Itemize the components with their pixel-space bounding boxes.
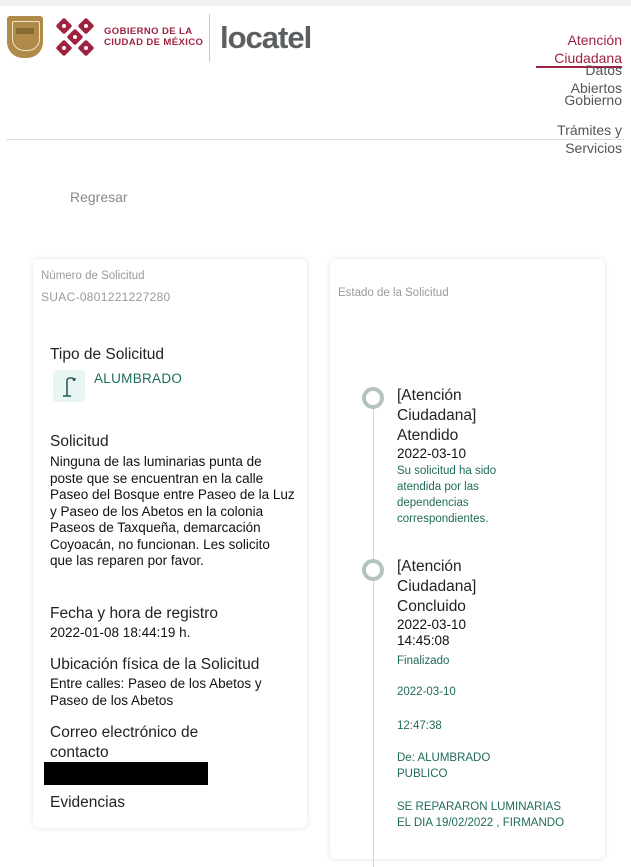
request-number-label: Número de Solicitud [41, 270, 145, 282]
timeline-dot [362, 559, 384, 581]
request-number: SUAC-0801221227280 [41, 290, 171, 304]
request-type-value: ALUMBRADO [94, 371, 183, 386]
redacted-email [44, 762, 208, 785]
location-value: Entre calles: Paseo de los Abetos y Pase… [50, 676, 262, 708]
timeline-dot [362, 387, 384, 409]
status-label: Estado de la Solicitud [338, 287, 449, 299]
cdmx-logo-icon [56, 18, 94, 56]
registration-date-value: 2022-01-08 18:44:19 h. [50, 625, 191, 640]
request-label: Solicitud [50, 433, 109, 450]
back-link[interactable]: Regresar [70, 189, 128, 205]
registration-date-label: Fecha y hora de registro [50, 605, 219, 622]
event-message: SE REPARARON LUMINARIAS EL DIA 19/02/202… [397, 801, 565, 829]
event-date: 2022-03-10 14:45:08 [397, 617, 467, 648]
timeline-line [373, 387, 374, 867]
email-label: Correo electrónico de contacto [50, 724, 199, 761]
event-detail-time: 12:47:38 [397, 720, 442, 732]
event-note: Su solicitud ha sido atendida por las de… [397, 465, 497, 525]
locatel-logo[interactable]: locatel [220, 20, 312, 56]
government-name: GOBIERNO DE LA CIUDAD DE MÉXICO [104, 26, 203, 48]
request-status-card: Estado de la Solicitud [Atención Ciudada… [330, 259, 605, 867]
request-details-card: Número de Solicitud SUAC-0801221227280 T… [33, 259, 307, 828]
event-from: De: ALUMBRADO PUBLICO [397, 752, 491, 780]
event-title: [Atención Ciudadana] Concluido [397, 558, 477, 615]
header-divider [209, 14, 210, 62]
request-text: Ninguna de las luminarias punta de poste… [50, 454, 295, 568]
event-date: 2022-03-10 [397, 446, 467, 461]
coat-of-arms-logo [7, 16, 43, 58]
header-rule [6, 139, 624, 140]
event-detail-date: 2022-03-10 [397, 686, 456, 698]
gov-line-1: GOBIERNO DE LA [104, 26, 193, 37]
evidence-label: Evidencias [50, 794, 125, 811]
top-bar [0, 0, 631, 6]
gov-line-2: CIUDAD DE MÉXICO [104, 37, 204, 48]
request-type-label: Tipo de Solicitud [50, 346, 165, 363]
street-lamp-icon [53, 370, 85, 402]
event-title: [Atención Ciudadana] Atendido [397, 387, 477, 444]
nav-item-gobierno[interactable]: Gobierno [564, 91, 622, 109]
location-label: Ubicación física de la Solicitud [50, 656, 260, 673]
event-note: Finalizado [397, 655, 450, 667]
